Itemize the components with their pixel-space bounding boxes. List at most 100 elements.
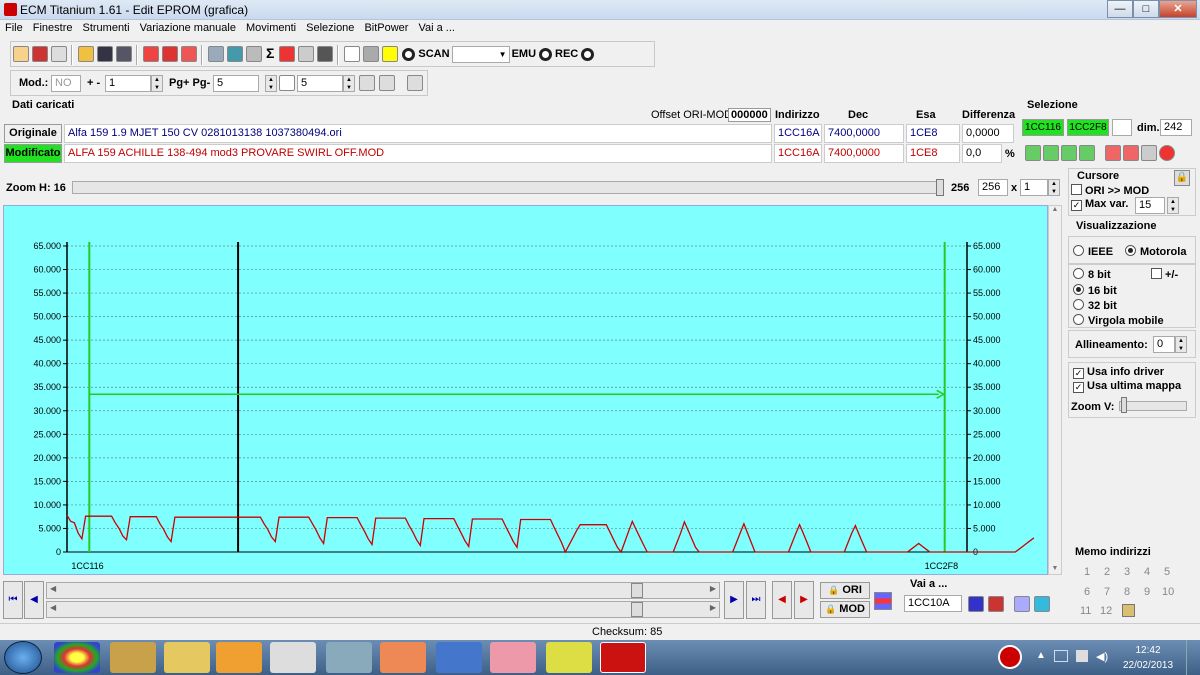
chart-vscroll[interactable]: ▲ ▼ bbox=[1048, 205, 1062, 575]
menu-vai-a[interactable]: Vai a ... bbox=[413, 20, 459, 36]
network-tray-icon[interactable] bbox=[1054, 650, 1068, 662]
paste-icon[interactable] bbox=[1123, 145, 1139, 161]
allineamento-stepper[interactable]: ▲ ▼ bbox=[1175, 336, 1187, 353]
ori-hscroll-thumb[interactable] bbox=[631, 583, 643, 598]
delete-icon[interactable] bbox=[32, 46, 48, 62]
graph-icon[interactable] bbox=[298, 46, 315, 62]
snipping-tool-icon[interactable] bbox=[380, 642, 426, 673]
goto-mod-icon[interactable] bbox=[988, 596, 1004, 612]
run-icon[interactable] bbox=[382, 46, 399, 62]
last-page-button[interactable]: ⏭ bbox=[746, 581, 766, 619]
select-mid-icon[interactable] bbox=[1043, 145, 1059, 161]
zoom-h-thumb[interactable] bbox=[936, 179, 944, 196]
ecm-titanium-task-icon[interactable] bbox=[600, 642, 646, 673]
menu-strumenti[interactable]: Strumenti bbox=[77, 20, 134, 36]
p-field[interactable]: 5 bbox=[297, 75, 343, 92]
plusminus-stepper[interactable]: ▲ ▼ bbox=[151, 75, 163, 92]
lock-toggle-icon[interactable]: 🔒 bbox=[1174, 170, 1190, 186]
menu-movimenti[interactable]: Movimenti bbox=[241, 20, 301, 36]
menu-finestre[interactable]: Finestre bbox=[28, 20, 78, 36]
max-var-stepper[interactable]: ▲ ▼ bbox=[1167, 197, 1179, 214]
p-stepper[interactable]: ▲ ▼ bbox=[343, 75, 355, 92]
eprom-chart[interactable]: 65.000 65.000 60.000 60.000 55.000 55.000 50.0… bbox=[4, 206, 1049, 576]
volume-tray-icon[interactable]: ◀) bbox=[1096, 650, 1108, 663]
battery-tray-icon[interactable] bbox=[1076, 650, 1088, 662]
open-folder-icon[interactable] bbox=[78, 46, 94, 62]
memo-9[interactable]: 9 bbox=[1144, 586, 1150, 598]
plusminus-field[interactable]: 1 bbox=[105, 75, 151, 92]
maximize-button[interactable]: □ bbox=[1133, 0, 1159, 18]
save-icon[interactable] bbox=[97, 46, 113, 62]
emu-label[interactable]: EMU bbox=[512, 48, 536, 60]
memo-2[interactable]: 2 bbox=[1104, 566, 1110, 578]
zoom-value-field[interactable]: 256 bbox=[978, 179, 1008, 196]
edit-icon[interactable] bbox=[246, 46, 262, 62]
mod-hscroll-thumb[interactable] bbox=[631, 602, 643, 617]
menu-selezione[interactable]: Selezione bbox=[301, 20, 359, 36]
undo-icon[interactable] bbox=[1159, 145, 1175, 161]
clock-time[interactable]: 12:42 bbox=[1128, 645, 1168, 656]
rec-circle-icon[interactable] bbox=[581, 48, 595, 61]
start-button[interactable] bbox=[4, 641, 42, 674]
mark-icon[interactable] bbox=[1014, 596, 1030, 612]
verify-icon[interactable] bbox=[162, 46, 178, 62]
chrome-icon[interactable] bbox=[54, 642, 100, 673]
mod-button[interactable]: 🔒 MOD bbox=[820, 601, 870, 618]
pg-field[interactable]: 5 bbox=[213, 75, 259, 92]
memo-8[interactable]: 8 bbox=[1124, 586, 1130, 598]
u-icon[interactable] bbox=[407, 75, 423, 91]
memo-6[interactable]: 6 bbox=[1084, 586, 1090, 598]
notes-icon[interactable] bbox=[546, 642, 592, 673]
zoomv-thumb[interactable] bbox=[1121, 397, 1127, 413]
ori-button[interactable]: 🔒 ORI bbox=[820, 582, 870, 599]
page-icon[interactable] bbox=[279, 75, 295, 91]
mod-hscroll[interactable]: ◀ ▶ bbox=[46, 601, 720, 618]
memo-1[interactable]: 1 bbox=[1084, 566, 1090, 578]
paint-icon[interactable] bbox=[490, 642, 536, 673]
zoom-h-slider[interactable] bbox=[72, 181, 944, 194]
next-page-button[interactable]: ▶ bbox=[724, 581, 744, 619]
clock-date[interactable]: 22/02/2013 bbox=[1120, 660, 1176, 671]
allineamento-field[interactable]: 0 bbox=[1153, 336, 1175, 353]
calculator-icon[interactable] bbox=[326, 642, 372, 673]
checksum-icon[interactable] bbox=[143, 46, 159, 62]
minimize-button[interactable]: — bbox=[1107, 0, 1133, 18]
selezione-blank-field[interactable] bbox=[1112, 119, 1132, 136]
menu-bitpower[interactable]: BitPower bbox=[359, 20, 413, 36]
memo-7[interactable]: 7 bbox=[1104, 586, 1110, 598]
media-player-icon[interactable] bbox=[216, 642, 262, 673]
driver-icon[interactable] bbox=[208, 46, 224, 62]
signed-checkbox[interactable]: +/- bbox=[1151, 268, 1178, 281]
select-start-icon[interactable] bbox=[1025, 145, 1041, 161]
file-icon[interactable] bbox=[227, 46, 243, 62]
network-app-icon[interactable] bbox=[436, 642, 482, 673]
ori-hscroll[interactable]: ◀ ▶ bbox=[46, 582, 720, 599]
prev-diff-button[interactable]: ◀ bbox=[772, 581, 792, 619]
memo-12[interactable]: 12 bbox=[1100, 605, 1112, 617]
explorer-icon[interactable] bbox=[164, 642, 210, 673]
alert-icon[interactable] bbox=[998, 645, 1022, 669]
memo-5[interactable]: 5 bbox=[1164, 566, 1170, 578]
scan-dropdown[interactable]: ▼ bbox=[451, 46, 510, 63]
memo-11[interactable]: 11 bbox=[1080, 605, 1091, 617]
goto-ori-icon[interactable] bbox=[968, 596, 984, 612]
copy-to-icon[interactable] bbox=[1105, 145, 1121, 161]
zoomv-slider[interactable] bbox=[1119, 401, 1187, 411]
scan-label[interactable]: SCAN bbox=[418, 48, 449, 60]
show-desktop-button[interactable] bbox=[1186, 640, 1200, 675]
menu-variazione-manuale[interactable]: Variazione manuale bbox=[135, 20, 241, 36]
selezione-start[interactable]: 1CC116 bbox=[1022, 119, 1064, 136]
memo-4[interactable]: 4 bbox=[1144, 566, 1150, 578]
rec-label[interactable]: REC bbox=[555, 48, 578, 60]
lock-icon[interactable] bbox=[363, 46, 380, 62]
memo-10[interactable]: 10 bbox=[1162, 586, 1174, 598]
zoom-mult-field[interactable]: 1 bbox=[1020, 179, 1048, 196]
sigma-icon[interactable]: Σ bbox=[266, 45, 274, 61]
memo-3[interactable]: 3 bbox=[1124, 566, 1130, 578]
hp-icon[interactable] bbox=[270, 642, 316, 673]
select-range-icon[interactable] bbox=[1061, 145, 1077, 161]
zoom-stepper[interactable]: ▲ ▼ bbox=[1048, 179, 1060, 196]
bit32-radio[interactable]: 32 bit bbox=[1073, 299, 1117, 312]
usa-info-checkbox[interactable]: ✓ Usa info driver bbox=[1073, 366, 1164, 379]
vai-a-field[interactable]: 1CC10A bbox=[904, 595, 962, 612]
